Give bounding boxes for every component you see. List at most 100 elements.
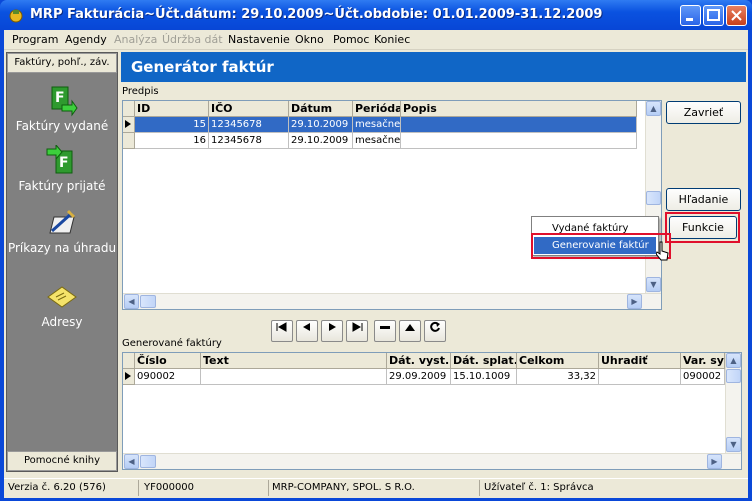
- generated-horizontal-scrollbar[interactable]: ◀ ▶: [123, 453, 741, 469]
- nav-edit-button[interactable]: [399, 320, 421, 342]
- column-header-id[interactable]: ID: [135, 101, 209, 117]
- scroll-thumb[interactable]: [646, 191, 661, 205]
- scroll-up-button[interactable]: ▲: [726, 353, 741, 368]
- minus-icon: [380, 326, 390, 329]
- cell-dat-vyst: 29.09.2009: [387, 369, 451, 385]
- generate-highlight-box: [531, 233, 671, 259]
- cell-ico: 12345678: [209, 133, 289, 149]
- svg-text:F: F: [55, 90, 65, 106]
- menu-nastavenie[interactable]: Nastavenie: [228, 33, 290, 46]
- menu-program[interactable]: Program: [12, 33, 58, 46]
- predpis-horizontal-scrollbar[interactable]: ◀ ▶: [123, 293, 661, 309]
- row-indicator: [123, 133, 135, 149]
- cell-datum: 29.10.2009: [289, 133, 353, 149]
- predpis-label: Predpis: [122, 86, 159, 97]
- column-header-cislo[interactable]: Číslo: [135, 353, 201, 369]
- application-window: MRP Fakturácia~Účt.dátum: 29.10.2009~Účt…: [0, 0, 752, 501]
- column-header-datum[interactable]: Dátum: [289, 101, 353, 117]
- sidebar-item-prikazy-na-uhradu[interactable]: Príkazy na úhradu: [7, 207, 117, 255]
- scroll-down-button[interactable]: ▼: [726, 437, 741, 452]
- last-icon: [352, 322, 363, 332]
- title-bar[interactable]: MRP Fakturácia~Účt.dátum: 29.10.2009~Účt…: [0, 0, 752, 30]
- nav-first-button[interactable]: [271, 320, 293, 342]
- status-separator: [268, 480, 269, 496]
- scroll-thumb[interactable]: [726, 369, 741, 383]
- scroll-right-button[interactable]: ▶: [627, 294, 642, 309]
- navigator-toolbar: [271, 320, 471, 342]
- scroll-thumb[interactable]: [140, 455, 156, 468]
- menu-pomoc[interactable]: Pomoc: [333, 33, 369, 46]
- triangle-up-icon: [405, 324, 415, 331]
- cell-id: 15: [135, 117, 209, 133]
- nav-next-button[interactable]: [321, 320, 343, 342]
- scroll-up-button[interactable]: ▲: [646, 101, 661, 116]
- generated-invoices-grid[interactable]: Číslo Text Dát. vyst. Dát. splat. Celkom…: [122, 352, 742, 470]
- scroll-left-button[interactable]: ◀: [124, 294, 139, 309]
- nav-last-button[interactable]: [346, 320, 368, 342]
- nav-refresh-button[interactable]: [424, 320, 446, 342]
- column-header-uhradit[interactable]: Uhradiť: [599, 353, 681, 369]
- maximize-icon: [707, 9, 720, 21]
- predpis-grid[interactable]: ID IČO Dátum Perióda Popis 15 12345678 2…: [122, 100, 662, 310]
- status-separator: [138, 480, 139, 496]
- prev-icon: [303, 323, 310, 331]
- page-title: Generátor faktúr: [121, 52, 746, 82]
- sidebar-footer[interactable]: Pomocné knihy: [7, 451, 117, 471]
- sidebar-item-faktury-vydane[interactable]: F Faktúry vydané: [7, 85, 117, 133]
- generated-label: Generované faktúry: [122, 338, 222, 349]
- cell-uhradit: [599, 369, 681, 385]
- nav-prev-button[interactable]: [296, 320, 318, 342]
- column-header-celkom[interactable]: Celkom: [517, 353, 599, 369]
- scroll-left-button[interactable]: ◀: [124, 454, 139, 469]
- status-bar: Verzia č. 6.20 (576) YF000000 MRP-COMPAN…: [4, 478, 748, 498]
- predpis-vertical-scrollbar[interactable]: ▲ ▼: [645, 101, 661, 293]
- client-area: Program Agendy Analýza Údržba dát Nastav…: [4, 30, 748, 498]
- menu-udrzba-dat[interactable]: Údržba dát: [162, 33, 223, 46]
- scroll-thumb[interactable]: [140, 295, 156, 308]
- menu-koniec[interactable]: Koniec: [374, 33, 410, 46]
- cell-popis: [401, 117, 637, 133]
- sidebar-item-label: Príkazy na úhradu: [7, 241, 117, 255]
- close-window-button[interactable]: [726, 5, 747, 26]
- minimize-icon: [686, 18, 693, 21]
- svg-text:F: F: [59, 155, 69, 171]
- menu-okno[interactable]: Okno: [295, 33, 324, 46]
- cell-ico: 12345678: [209, 117, 289, 133]
- column-header-popis[interactable]: Popis: [401, 101, 637, 117]
- payment-order-icon: [49, 209, 76, 234]
- cell-dat-splat: 15.10.1009: [451, 369, 517, 385]
- nav-delete-button[interactable]: [374, 320, 396, 342]
- window-title: MRP Fakturácia~Účt.dátum: 29.10.2009~Účt…: [30, 7, 603, 22]
- row-indicator: [123, 369, 135, 385]
- cell-id: 16: [135, 133, 209, 149]
- close-button[interactable]: Zavrieť: [666, 101, 741, 124]
- maximize-button[interactable]: [703, 5, 724, 26]
- grid-corner: [123, 101, 135, 117]
- row-pointer-icon: [125, 372, 131, 380]
- mouse-cursor-icon: [656, 241, 669, 261]
- cell-var-sy: 090002: [681, 369, 725, 385]
- scroll-down-button[interactable]: ▼: [646, 277, 661, 292]
- status-separator: [479, 480, 480, 496]
- column-header-dat-splat[interactable]: Dát. splat.: [451, 353, 517, 369]
- sidebar-item-adresy[interactable]: Adresy: [7, 281, 117, 329]
- sidebar-item-faktury-prijate[interactable]: F Faktúry prijaté: [7, 145, 117, 193]
- scroll-right-button[interactable]: ▶: [707, 454, 722, 469]
- menu-agendy[interactable]: Agendy: [65, 33, 107, 46]
- cell-text: [201, 369, 387, 385]
- column-header-text[interactable]: Text: [201, 353, 387, 369]
- search-button[interactable]: Hľadanie: [666, 188, 741, 211]
- column-header-perioda[interactable]: Perióda: [353, 101, 401, 117]
- status-code: YF000000: [144, 482, 195, 493]
- column-header-dat-vyst[interactable]: Dát. vyst.: [387, 353, 451, 369]
- generated-vertical-scrollbar[interactable]: ▲ ▼: [725, 353, 741, 453]
- row-pointer-icon: [125, 120, 131, 128]
- column-header-var-sy[interactable]: Var. sy: [681, 353, 725, 369]
- status-company: MRP-COMPANY, SPOL. S R.O.: [272, 482, 415, 493]
- cell-perioda: mesačne: [353, 117, 401, 133]
- sidebar-header[interactable]: Faktúry, pohľ., záv.: [7, 53, 117, 73]
- minimize-button[interactable]: [680, 5, 701, 26]
- menu-analyza[interactable]: Analýza: [114, 33, 157, 46]
- column-header-ico[interactable]: IČO: [209, 101, 289, 117]
- cell-perioda: mesačne: [353, 133, 401, 149]
